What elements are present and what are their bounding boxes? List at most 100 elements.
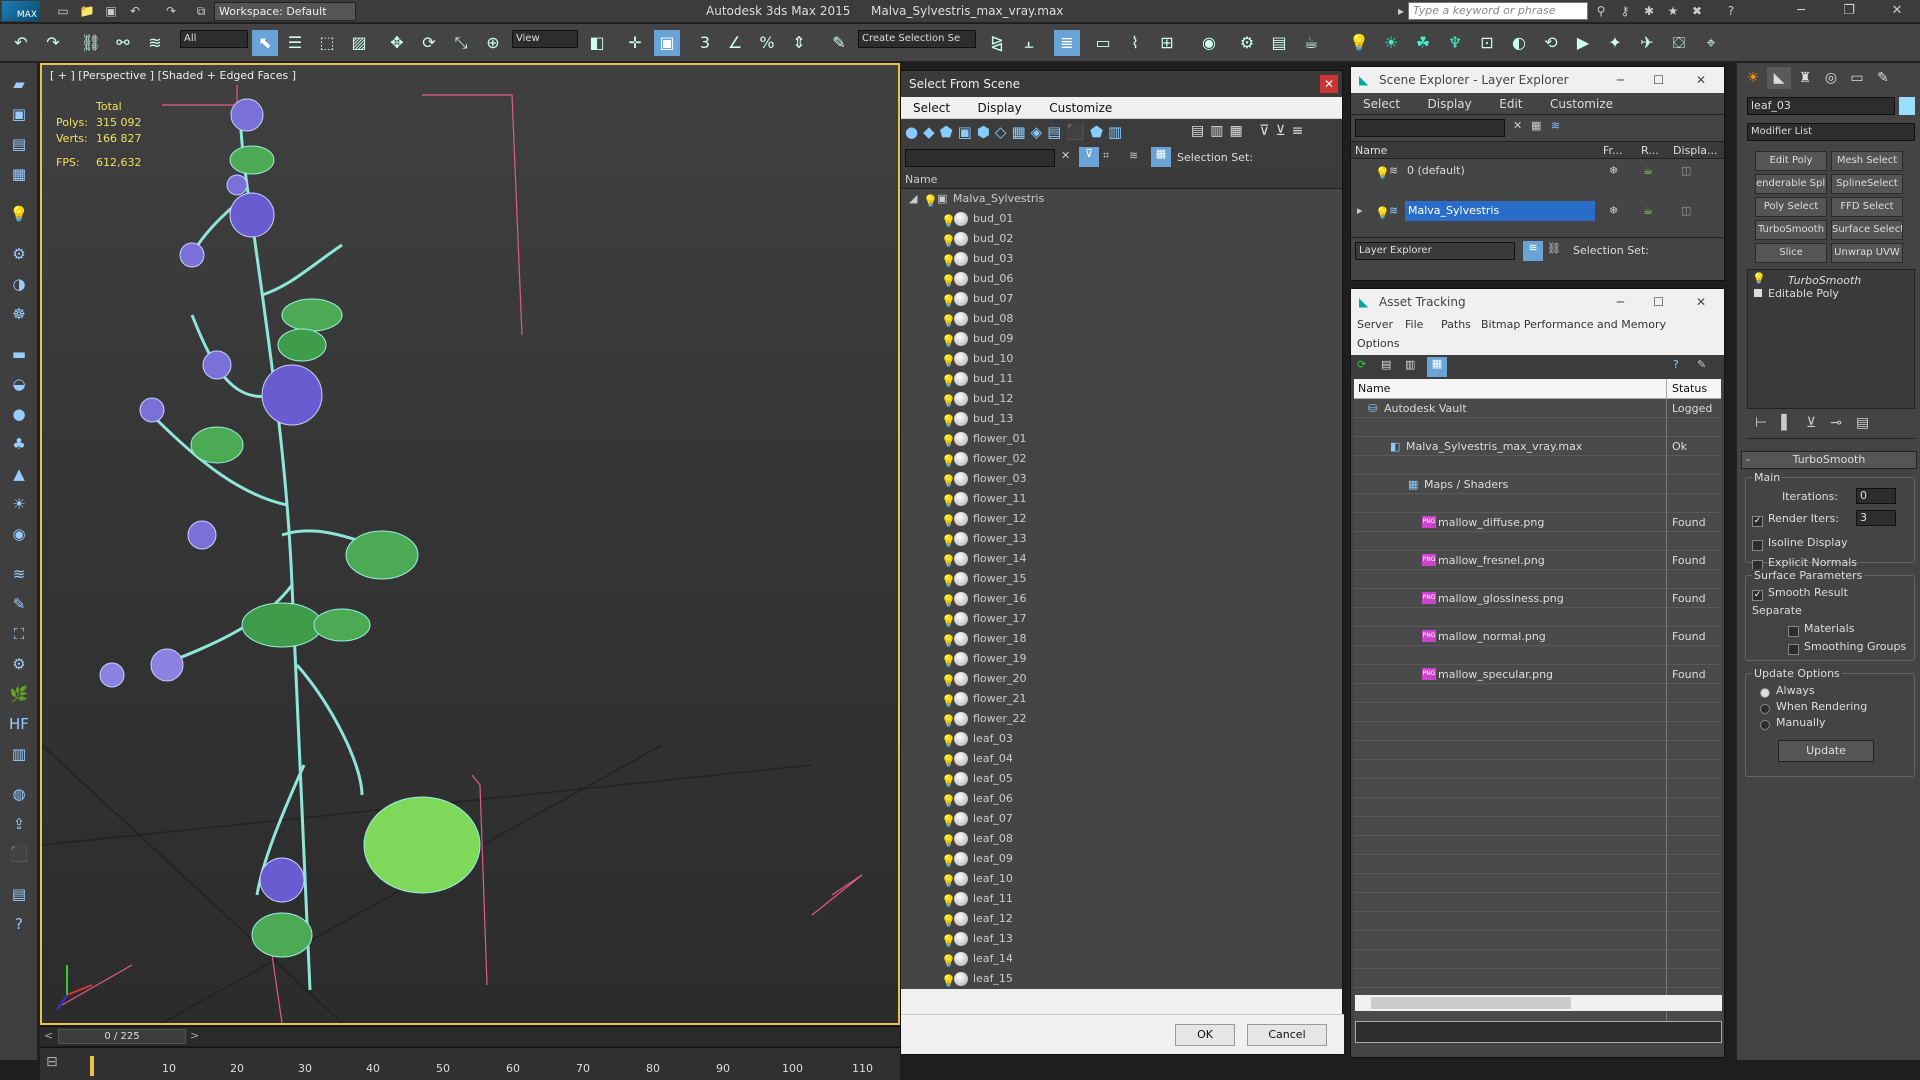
- light-bulb-icon[interactable]: 💡: [941, 711, 956, 731]
- list-item[interactable]: 💡 leaf_07: [901, 809, 1342, 829]
- list-view-icon[interactable]: ▤: [1381, 358, 1391, 371]
- render-icon[interactable]: ☕: [1643, 161, 1653, 181]
- col-status[interactable]: Status: [1672, 382, 1707, 395]
- light-bulb-icon[interactable]: 💡: [941, 931, 956, 951]
- light-bulb-icon[interactable]: 💡: [941, 291, 956, 311]
- modifier-button[interactable]: TurboSmooth: [1755, 220, 1827, 240]
- binoculars-icon[interactable]: ⚲: [1590, 2, 1612, 20]
- list-icons[interactable]: ▤▥▦ ⊽⊻≡: [1191, 123, 1309, 139]
- expand-icon[interactable]: ▸: [1357, 201, 1363, 221]
- maximize-icon[interactable]: ☐: [1653, 67, 1664, 93]
- time-slider[interactable]: < 0 / 225 >: [40, 1026, 900, 1046]
- list-item[interactable]: 💡 bud_01: [901, 209, 1342, 229]
- menu-paths[interactable]: Paths: [1441, 318, 1471, 331]
- refresh-icon[interactable]: ⟳: [1357, 358, 1366, 371]
- list-item[interactable]: 💡 bud_06: [901, 269, 1342, 289]
- light-bulb-icon[interactable]: 💡: [941, 811, 956, 831]
- align-icon[interactable]: ⫠: [1016, 30, 1042, 56]
- layer-mode-icon[interactable]: ≋: [1523, 241, 1543, 261]
- layer-row[interactable]: 💡 ≋ 0 (default) ❄ ☕ ◫: [1351, 161, 1726, 181]
- col-freeze[interactable]: Fr...: [1603, 144, 1623, 157]
- new-file-icon[interactable]: ▭: [52, 2, 74, 20]
- vray-ipr-icon[interactable]: ✈: [1634, 30, 1660, 56]
- place-icon[interactable]: ⊕: [480, 30, 506, 56]
- minimize-icon[interactable]: ─: [1617, 67, 1624, 93]
- close-icon[interactable]: ✕: [1696, 67, 1706, 93]
- light-bulb-icon[interactable]: 💡: [941, 491, 956, 511]
- light-bulb-icon[interactable]: 💡: [941, 851, 956, 871]
- asset-row[interactable]: ▦ Maps / Shaders: [1354, 475, 1721, 494]
- app-logo[interactable]: MAX: [2, 1, 40, 21]
- hierarchy-icon[interactable]: ▤: [5, 131, 33, 157]
- modifier-button[interactable]: Mesh Select: [1831, 151, 1903, 171]
- smooth-result-checkbox[interactable]: ✓: [1752, 588, 1767, 601]
- redo-icon[interactable]: ↷: [160, 2, 182, 20]
- modify-tab-icon[interactable]: ◣: [1767, 67, 1791, 89]
- smoothing-groups-checkbox[interactable]: [1788, 642, 1803, 655]
- list-item[interactable]: 💡 flower_15: [901, 569, 1342, 589]
- light-bulb-icon[interactable]: 💡: [941, 631, 956, 651]
- light-bulb-icon[interactable]: 💡: [941, 551, 956, 571]
- stack-item[interactable]: TurboSmooth: [1788, 274, 1861, 287]
- always-radio[interactable]: [1760, 686, 1774, 699]
- table-view-icon[interactable]: ▦: [1427, 357, 1447, 377]
- light-bulb-icon[interactable]: 💡: [941, 451, 956, 471]
- pivot-icon[interactable]: ◧: [584, 30, 610, 56]
- list-item[interactable]: 💡 leaf_09: [901, 849, 1342, 869]
- list-item[interactable]: 💡 flower_18: [901, 629, 1342, 649]
- light-icon[interactable]: 💡: [5, 201, 33, 227]
- light-bulb-icon[interactable]: 💡: [941, 891, 956, 911]
- scroll-thumb[interactable]: [1371, 997, 1571, 1009]
- col-name[interactable]: Name: [1355, 144, 1387, 157]
- list-item[interactable]: 💡 leaf_06: [901, 789, 1342, 809]
- angle-snap-icon[interactable]: ∠: [722, 30, 748, 56]
- light-bulb-icon[interactable]: 💡: [941, 371, 956, 391]
- move-icon[interactable]: ✥: [384, 30, 410, 56]
- save-file-icon[interactable]: ▣: [100, 2, 122, 20]
- when-rendering-radio[interactable]: [1760, 702, 1774, 715]
- export-icon[interactable]: ⇪: [5, 811, 33, 837]
- hf-icon[interactable]: HF: [5, 711, 33, 737]
- list-item[interactable]: 💡 leaf_05: [901, 769, 1342, 789]
- light-bulb-icon[interactable]: 💡: [941, 971, 956, 989]
- light-bulb-icon[interactable]: 💡: [941, 511, 956, 531]
- mirror-icon[interactable]: ⧎: [984, 30, 1010, 56]
- create-icon[interactable]: ▰: [5, 71, 33, 97]
- list-item[interactable]: 💡 leaf_14: [901, 949, 1342, 969]
- light-bulb-icon[interactable]: 💡: [941, 911, 956, 931]
- prev-frame-icon[interactable]: <: [44, 1029, 53, 1042]
- hair-icon[interactable]: ≋: [5, 561, 33, 587]
- pin-icon[interactable]: ✎: [1697, 358, 1706, 371]
- key-icon[interactable]: ⚷: [1614, 2, 1636, 20]
- menu-edit[interactable]: Edit: [1487, 93, 1534, 115]
- modifier-button[interactable]: Slice: [1755, 243, 1827, 263]
- list-item[interactable]: 💡 bud_07: [901, 289, 1342, 309]
- filter-icon[interactable]: ⊽: [1079, 147, 1099, 167]
- create-tab-icon[interactable]: ☀: [1741, 67, 1765, 89]
- star-icon[interactable]: ★: [1662, 2, 1684, 20]
- list-item[interactable]: 💡 bud_08: [901, 309, 1342, 329]
- render-icon[interactable]: ☕: [1298, 30, 1324, 56]
- render-iters-checkbox[interactable]: ✓: [1752, 514, 1767, 527]
- column-header-name[interactable]: Name: [901, 171, 1342, 189]
- menu-bitmap[interactable]: Bitmap Performance and Memory: [1481, 318, 1666, 331]
- list-item[interactable]: 💡 flower_02: [901, 449, 1342, 469]
- menu-select[interactable]: Select: [1351, 93, 1412, 115]
- link-icon[interactable]: ⛓: [78, 30, 104, 56]
- list-item[interactable]: 💡 flower_17: [901, 609, 1342, 629]
- light-bulb-icon[interactable]: 💡: [941, 831, 956, 851]
- help-icon[interactable]: ?: [1720, 2, 1742, 20]
- open-file-icon[interactable]: 📁: [76, 2, 98, 20]
- exchange-icon[interactable]: ✱: [1638, 2, 1660, 20]
- texture-icon[interactable]: ▥: [5, 741, 33, 767]
- maximize-icon[interactable]: ❐: [1832, 0, 1866, 22]
- modifier-button[interactable]: Poly Select: [1755, 197, 1827, 217]
- rotate-icon[interactable]: ⟳: [416, 30, 442, 56]
- menu-options[interactable]: Options: [1357, 337, 1399, 350]
- asset-row[interactable]: PNG mallow_fresnel.png Found: [1354, 551, 1721, 570]
- list-item[interactable]: 💡 flower_11: [901, 489, 1342, 509]
- asset-path-field[interactable]: [1355, 1021, 1722, 1043]
- named-sel-icon[interactable]: ✎: [826, 30, 852, 56]
- modifier-button[interactable]: enderable Splin: [1755, 174, 1827, 194]
- curve-editor-icon[interactable]: ⌇: [1122, 30, 1148, 56]
